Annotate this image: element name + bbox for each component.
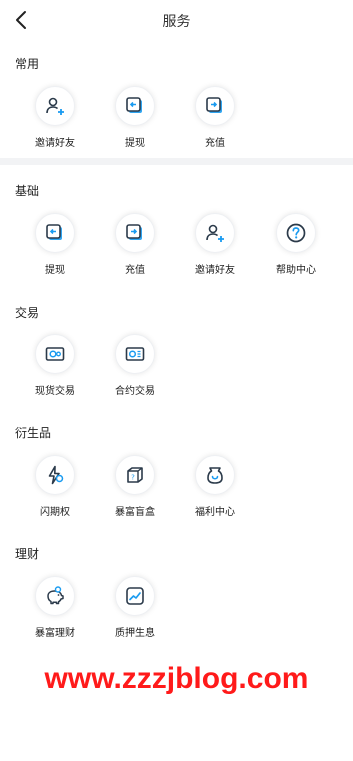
basic-withdraw-button[interactable]: 提现 xyxy=(20,213,90,276)
help-icon xyxy=(276,213,316,253)
welfare-center-icon xyxy=(195,455,235,495)
section-divider xyxy=(0,158,353,165)
basic-invite-friends-label: 邀请好友 xyxy=(195,265,235,276)
blind-box-icon: ? xyxy=(115,455,155,495)
welfare-center-button[interactable]: 福利中心 xyxy=(180,455,250,518)
contract-trade-icon xyxy=(115,334,155,374)
svg-text:?: ? xyxy=(131,474,135,482)
section-title-trade: 交易 xyxy=(15,306,40,320)
staking-chart-icon xyxy=(115,576,155,616)
common-invite-friends-label: 邀请好友 xyxy=(35,138,75,149)
flash-option-icon xyxy=(35,455,75,495)
piggy-bank-icon xyxy=(35,576,75,616)
basic-invite-friends-button[interactable]: 邀请好友 xyxy=(180,213,250,276)
deposit-icon xyxy=(195,86,235,126)
common-deposit-label: 充值 xyxy=(205,138,225,149)
invite-user-icon xyxy=(35,86,75,126)
flash-option-label: 闪期权 xyxy=(40,507,70,518)
wealth-finance-button[interactable]: 暴富理财 xyxy=(20,576,90,639)
spot-trade-icon xyxy=(35,334,75,374)
section-title-derivatives: 衍生品 xyxy=(15,426,52,440)
common-invite-friends-button[interactable]: 邀请好友 xyxy=(20,86,90,149)
deposit-icon xyxy=(115,213,155,253)
spot-trade-button[interactable]: 现货交易 xyxy=(20,334,90,397)
section-title-basic: 基础 xyxy=(15,184,40,198)
invite-user-icon xyxy=(195,213,235,253)
basic-help-center-label: 帮助中心 xyxy=(276,265,316,276)
blind-box-label: 暴富盲盒 xyxy=(115,507,155,518)
flash-option-button[interactable]: 闪期权 xyxy=(20,455,90,518)
spot-trade-label: 现货交易 xyxy=(35,386,75,397)
welfare-center-label: 福利中心 xyxy=(195,507,235,518)
withdraw-icon xyxy=(35,213,75,253)
contract-trade-label: 合约交易 xyxy=(115,386,155,397)
basic-deposit-button[interactable]: 充值 xyxy=(100,213,170,276)
page-title: 服务 xyxy=(162,14,191,30)
common-withdraw-label: 提现 xyxy=(125,138,145,149)
blind-box-button[interactable]: ? 暴富盲盒 xyxy=(100,455,170,518)
top-bar: 服务 xyxy=(0,0,353,40)
basic-withdraw-label: 提现 xyxy=(45,265,65,276)
staking-interest-label: 质押生息 xyxy=(115,628,155,639)
section-title-finance: 理财 xyxy=(15,547,40,561)
wealth-finance-label: 暴富理财 xyxy=(35,628,75,639)
contract-trade-button[interactable]: 合约交易 xyxy=(100,334,170,397)
section-title-common: 常用 xyxy=(15,57,40,71)
withdraw-icon xyxy=(115,86,155,126)
basic-deposit-label: 充值 xyxy=(125,265,145,276)
watermark-text: www.zzzjblog.com xyxy=(44,662,309,695)
staking-interest-button[interactable]: 质押生息 xyxy=(100,576,170,639)
common-deposit-button[interactable]: 充值 xyxy=(180,86,250,149)
basic-help-center-button[interactable]: 帮助中心 xyxy=(261,213,331,276)
common-withdraw-button[interactable]: 提现 xyxy=(100,86,170,149)
